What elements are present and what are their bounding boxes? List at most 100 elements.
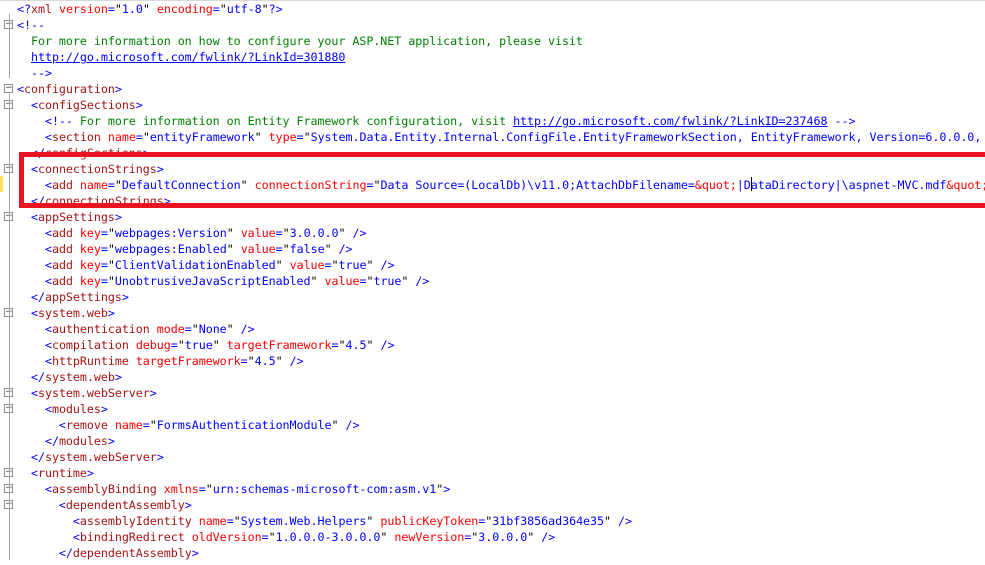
plain-text-token: " xyxy=(275,354,283,368)
code-line[interactable]: <add key="webpages:Enabled" value="false… xyxy=(17,241,353,257)
code-line[interactable]: <?xml version="1.0" encoding="utf-8"?> xyxy=(17,1,283,17)
code-line[interactable]: <section name="entityFramework" type="Sy… xyxy=(17,129,985,145)
attribute-value-token: 3.0.0.0 xyxy=(478,530,528,544)
element-name-token: system.web xyxy=(44,370,115,384)
element-name-token: runtime xyxy=(37,466,87,480)
plain-text-token: " xyxy=(205,482,213,496)
element-name-token: modules xyxy=(51,402,101,416)
bracket-token: = xyxy=(212,2,220,16)
plain-text-token xyxy=(73,226,80,240)
comment-token: For more information on how to configure… xyxy=(17,34,583,48)
code-line[interactable]: <remove name="FormsAuthenticationModule"… xyxy=(17,417,360,433)
bracket-token: = xyxy=(100,258,108,272)
code-line[interactable]: <configSections> xyxy=(17,97,143,113)
code-line[interactable]: <!-- xyxy=(17,17,45,33)
code-line[interactable]: <httpRuntime targetFramework="4.5" /> xyxy=(17,353,304,369)
bracket-token: > xyxy=(191,546,199,560)
code-line[interactable]: <system.web> xyxy=(17,305,115,321)
element-name-token: add xyxy=(51,258,73,272)
code-line[interactable]: <!-- For more information on Entity Fram… xyxy=(17,113,856,129)
plain-text-token: " xyxy=(282,226,290,240)
bracket-token: <!-- xyxy=(17,18,45,32)
code-line[interactable]: <modules> xyxy=(17,401,108,417)
attribute-value-token: urn:schemas-microsoft-com:asm.v1 xyxy=(212,482,437,496)
url-link[interactable]: http://go.microsoft.com/fwlink/?LinkID=2… xyxy=(513,114,827,128)
code-line[interactable]: <dependentAssembly> xyxy=(17,497,192,513)
code-line[interactable]: </appSettings> xyxy=(17,289,129,305)
bracket-token: < xyxy=(44,402,52,416)
code-line[interactable]: <add key="webpages:Version" value="3.0.0… xyxy=(17,225,367,241)
attribute-value-token: 1.0.0.0-3.0.0.0 xyxy=(275,530,381,544)
plain-text-token xyxy=(17,98,31,112)
bracket-token: < xyxy=(58,498,66,512)
plain-text-token xyxy=(17,354,45,368)
bracket-token: > xyxy=(121,290,129,304)
code-line[interactable]: <system.webServer> xyxy=(17,385,157,401)
bracket-token: < xyxy=(44,482,52,496)
code-line[interactable]: <runtime> xyxy=(17,465,94,481)
code-line[interactable]: <add key="UnobtrusiveJavaScriptEnabled" … xyxy=(17,273,429,289)
attribute-value-token: 3.0.0.0 xyxy=(289,226,339,240)
bracket-token: ?> xyxy=(268,2,283,16)
bracket-token: > xyxy=(135,98,143,112)
plain-text-token: " xyxy=(282,242,290,256)
plain-text-token: " xyxy=(331,258,339,272)
plain-text-token: " xyxy=(107,258,115,272)
bracket-token: > xyxy=(184,498,192,512)
plain-text-token xyxy=(17,242,45,256)
code-line[interactable]: <add key="ClientValidationEnabled" value… xyxy=(17,257,395,273)
attribute-name-token: type xyxy=(268,130,297,144)
bracket-token: < xyxy=(58,418,66,432)
element-name-token: add xyxy=(51,226,73,240)
attribute-name-token: xmlns xyxy=(163,482,199,496)
element-name-token: compilation xyxy=(51,338,129,352)
plain-text-token xyxy=(17,322,45,336)
attribute-value-token: utf-8 xyxy=(226,2,262,16)
code-line[interactable]: <configuration> xyxy=(17,81,122,97)
code-line[interactable]: --> xyxy=(17,65,52,81)
plain-text-token: " xyxy=(275,258,283,272)
attribute-name-token: value xyxy=(240,242,276,256)
code-line[interactable]: For more information on how to configure… xyxy=(17,33,583,49)
code-line[interactable]: <compilation debug="true" targetFramewor… xyxy=(17,337,395,353)
attribute-value-token: 31bf3856ad364e35 xyxy=(492,514,605,528)
plain-text-token: " xyxy=(604,514,612,528)
plain-text-token: " xyxy=(338,226,346,240)
xml-code-editor[interactable]: − − − − − − − − − − − <?xml version="1.0" encoding… xyxy=(0,0,985,565)
element-name-token: assemblyBinding xyxy=(51,482,157,496)
code-line[interactable]: <assemblyBinding xmlns="urn:schemas-micr… xyxy=(17,481,450,497)
attribute-value-token: webpages:Enabled xyxy=(114,242,227,256)
bracket-token: < xyxy=(30,466,38,480)
code-line[interactable]: </system.webServer> xyxy=(17,449,164,465)
code-line[interactable]: <appSettings> xyxy=(17,209,122,225)
bracket-token: <? xyxy=(17,2,31,16)
element-name-token: appSettings xyxy=(44,290,122,304)
attribute-name-token: newVersion xyxy=(394,530,465,544)
collapse-toggle-icon[interactable]: − xyxy=(4,84,13,93)
code-line[interactable]: </system.web> xyxy=(17,369,122,385)
plain-text-token xyxy=(17,514,73,528)
code-line[interactable]: <authentication mode="None" /> xyxy=(17,321,255,337)
attribute-name-token: key xyxy=(79,274,101,288)
code-line[interactable]: </dependentAssembly> xyxy=(17,545,199,561)
attribute-name-token: debug xyxy=(135,338,171,352)
bracket-token: > xyxy=(114,370,122,384)
url-link[interactable]: http://go.microsoft.com/fwlink/?LinkId=3… xyxy=(31,50,345,64)
attribute-value-token: 4.5 xyxy=(254,354,276,368)
plain-text-token: " xyxy=(268,530,276,544)
code-line[interactable]: <assemblyIdentity name="System.Web.Helpe… xyxy=(17,513,632,529)
plain-text-token xyxy=(129,338,136,352)
plain-text-token xyxy=(234,226,241,240)
plain-text-token xyxy=(17,450,31,464)
code-line[interactable]: </modules> xyxy=(17,433,115,449)
plain-text-token: " xyxy=(219,2,227,16)
code-line[interactable]: http://go.microsoft.com/fwlink/?LinkId=3… xyxy=(17,49,345,65)
plain-text-token: " xyxy=(191,322,199,336)
plain-text-token: " xyxy=(226,322,234,336)
bracket-token: < xyxy=(72,530,80,544)
plain-text-token xyxy=(52,2,59,16)
bracket-token: = xyxy=(135,130,143,144)
element-name-token: modules xyxy=(58,434,108,448)
element-name-token: add xyxy=(51,242,73,256)
code-line[interactable]: <bindingRedirect oldVersion="1.0.0.0-3.0… xyxy=(17,529,555,545)
